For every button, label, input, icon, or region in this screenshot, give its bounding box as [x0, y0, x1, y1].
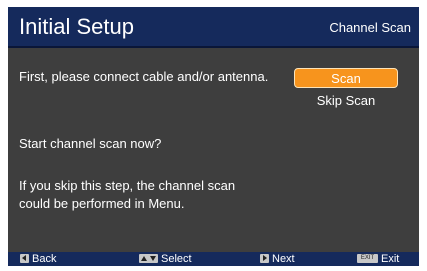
footer-select[interactable]: Select	[139, 253, 192, 265]
footer-exit-label: Exit	[381, 253, 400, 266]
left-arrow-key-icon	[20, 253, 29, 263]
footer-select-label: Select	[161, 253, 192, 266]
scan-button[interactable]: Scan	[294, 68, 398, 88]
footer-back[interactable]: Back	[20, 253, 56, 265]
footer-next[interactable]: Next	[260, 253, 295, 265]
footer-next-label: Next	[272, 253, 295, 266]
skip-scan-button[interactable]: Skip Scan	[294, 91, 398, 111]
prompt-message: Start channel scan now?	[19, 136, 162, 151]
connect-message: First, please connect cable and/or anten…	[19, 69, 269, 84]
exit-key-icon: EXIT	[357, 253, 378, 263]
setup-screen: Initial Setup Channel Scan First, please…	[8, 7, 419, 266]
skip-note-message: If you skip this step, the channel scan …	[19, 178, 236, 211]
right-arrow-key-icon	[260, 253, 269, 263]
footer-exit[interactable]: EXIT Exit	[357, 253, 399, 265]
footer-back-label: Back	[32, 253, 57, 266]
up-down-arrow-key-icon	[139, 253, 158, 263]
header-bar: Initial Setup Channel Scan	[8, 7, 419, 48]
page-title: Initial Setup	[19, 14, 134, 39]
page-subtitle: Channel Scan	[329, 20, 411, 35]
footer-bar: Back Select Next EXIT Exit	[8, 252, 419, 266]
